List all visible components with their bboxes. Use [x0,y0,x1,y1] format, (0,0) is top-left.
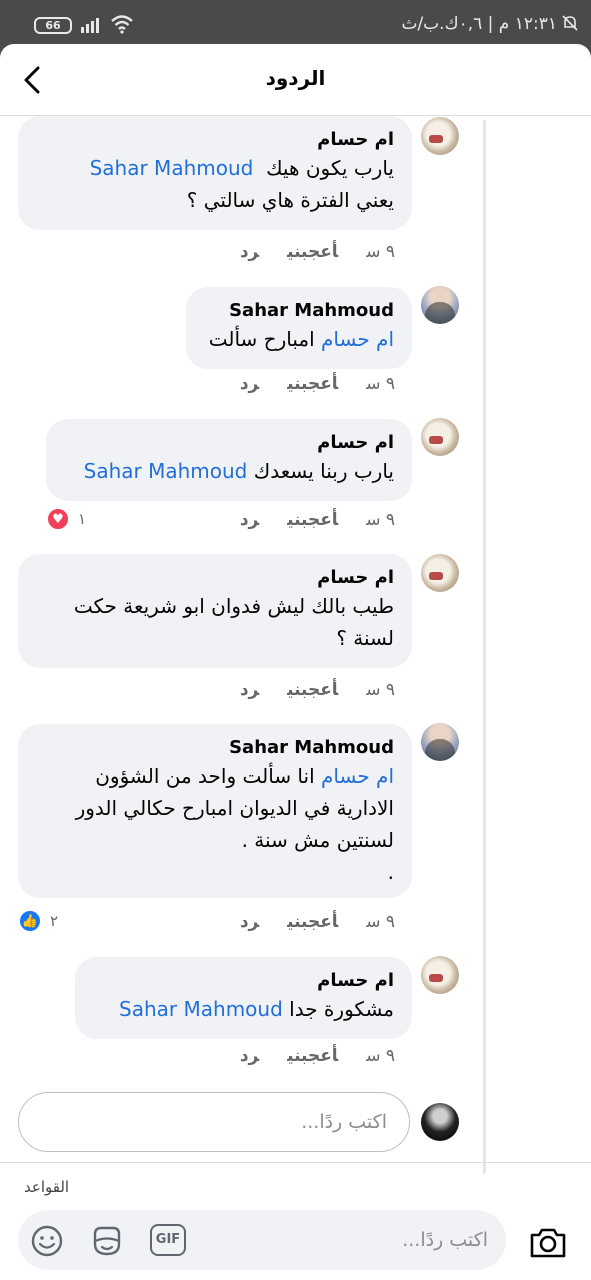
thread-reply-field[interactable] [18,1092,410,1152]
like-button[interactable]: أعجبني [287,242,338,262]
like-button[interactable]: أعجبني [287,374,338,394]
comment-bubble[interactable]: ام حسام طيب بالك ليش فدوان ابو شريعة حكت… [18,554,412,668]
comment-bubble[interactable]: Sahar Mahmoud ام حسام امبارح سألت [186,287,412,369]
reply-button[interactable]: رد [240,374,259,394]
like-button[interactable]: أعجبني [287,1046,338,1066]
mention-link[interactable]: Sahar Mahmoud [84,459,248,483]
mention-link[interactable]: Sahar Mahmoud [119,997,283,1021]
comment-bubble[interactable]: ام حسام يارب يكون هيك Sahar Mahmoud يعني… [18,116,412,230]
reaction-count: ٢ [50,912,59,930]
rules-link[interactable]: القواعد [24,1178,69,1196]
sticker-icon[interactable] [90,1224,124,1258]
comment-line: مشكورة جدا Sahar Mahmoud [119,997,394,1021]
avatar[interactable] [421,723,459,761]
comment-line: . [387,860,394,884]
gif-icon[interactable]: GIF [150,1224,186,1256]
composer-input[interactable] [206,1210,506,1270]
status-bar: 66 ١٢:٣١ م | ٠,٦ك.ب/ث [0,0,591,44]
composer[interactable]: GIF [18,1210,506,1270]
comment-author[interactable]: ام حسام [36,128,394,152]
comment-actions: ٩ س أعجبني رد [212,510,395,534]
signal-icon [81,18,99,33]
mention-link[interactable]: ام حسام [321,764,394,788]
reply-button[interactable]: رد [240,242,259,262]
comment-line: ام حسام انا سألت واحد من الشؤون [95,764,394,788]
comment-bubble[interactable]: ام حسام مشكورة جدا Sahar Mahmoud [75,957,412,1039]
comment-actions: ٩ س أعجبني رد [212,1046,395,1070]
avatar[interactable] [421,956,459,994]
battery-icon: 66 [34,17,72,34]
comment-time: ٩ س [366,1046,395,1066]
thread-line [483,120,486,1174]
comment-actions: ٩ س أعجبني رد [212,680,395,704]
comment-line: طيب بالك ليش فدوان ابو شريعة حكت [73,594,394,618]
comment-time: ٩ س [366,242,395,262]
page-title: الردود [265,66,326,90]
my-avatar [421,1103,459,1141]
comment-author[interactable]: ام حسام [64,431,394,455]
emoji-icon[interactable] [30,1224,64,1258]
comment-time: ٩ س [366,912,395,932]
muted-bell-icon [562,15,578,31]
like-button[interactable]: أعجبني [287,680,338,700]
thumbs-up-icon: 👍 [18,909,42,933]
replies-sheet: الردود ام حسام يارب يكون هيك Sahar Mahmo… [0,44,591,1280]
mention-link[interactable]: ام حسام [321,327,394,351]
reaction-summary[interactable]: ♥ ١ [46,506,86,532]
avatar[interactable] [421,286,459,324]
comment-line: لسنة ؟ [336,626,394,650]
mention-link[interactable]: Sahar Mahmoud [90,156,254,180]
avatar[interactable] [421,418,459,456]
comment-time: ٩ س [366,374,395,394]
reply-button[interactable]: رد [240,680,259,700]
comment-bubble[interactable]: ام حسام يارب ربنا يسعدك Sahar Mahmoud [46,419,412,501]
comment-line: يارب يكون هيك Sahar Mahmoud [89,156,394,180]
comment-author[interactable]: ام حسام [93,969,394,993]
comment-actions: ٩ س أعجبني رد [212,374,395,398]
camera-icon[interactable] [528,1224,568,1260]
like-button[interactable]: أعجبني [287,510,338,530]
comment-line: لسنتين مش سنة . [241,828,394,852]
reaction-count: ١ [78,510,87,528]
avatar[interactable] [421,554,459,592]
reply-button[interactable]: رد [240,912,259,932]
wifi-icon [111,15,133,34]
status-time: ١٢:٣١ م | ٠,٦ك.ب/ث [401,14,557,34]
comment-author[interactable]: ام حسام [36,566,394,590]
comment-line: يارب ربنا يسعدك Sahar Mahmoud [83,459,394,483]
reaction-summary[interactable]: 👍 ٢ [18,908,58,934]
comment-line: الادارية في الديوان امبارح حكالي الدور [75,796,394,820]
heart-icon: ♥ [46,507,70,531]
comment-time: ٩ س [366,680,395,700]
comment-line: يعني الفترة هاي سالتي ؟ [186,188,394,212]
comment-actions: ٩ س أعجبني رد [212,242,395,266]
reply-button[interactable]: رد [240,510,259,530]
reply-button[interactable]: رد [240,1046,259,1066]
comment-time: ٩ س [366,510,395,530]
comment-actions: ٩ س أعجبني رد [212,912,395,936]
avatar[interactable] [421,117,459,155]
comment-bubble[interactable]: Sahar Mahmoud ام حسام انا سألت واحد من ا… [18,724,412,898]
like-button[interactable]: أعجبني [287,912,338,932]
comment-author[interactable]: Sahar Mahmoud [204,299,394,323]
comment-author[interactable]: Sahar Mahmoud [36,736,394,760]
divider [0,1162,591,1163]
header: الردود [0,44,591,116]
thread-reply-input[interactable] [19,1093,409,1151]
comment-line: ام حسام امبارح سألت [208,327,394,351]
